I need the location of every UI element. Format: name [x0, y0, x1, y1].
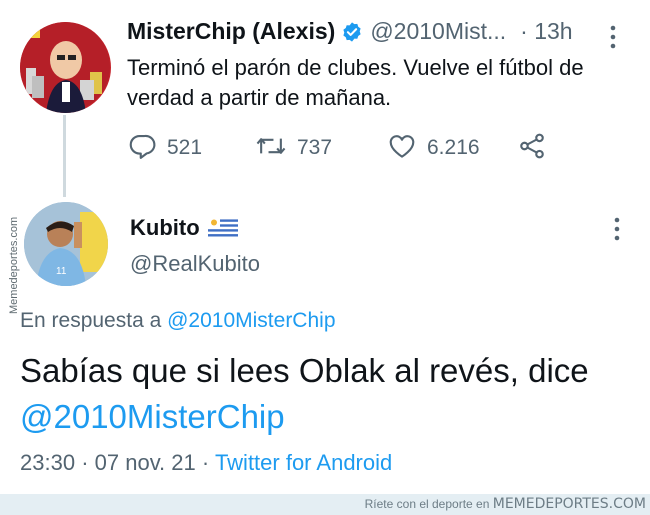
replying-to-label: En respuesta a	[20, 309, 162, 332]
side-watermark-text: Memedeportes.com	[8, 217, 20, 314]
kubito-avatar[interactable]: 11	[24, 202, 108, 286]
thread-connector-line	[63, 115, 66, 197]
reply-count: 521	[167, 136, 203, 159]
reply-mention-link[interactable]: @2010MisterChip	[20, 398, 285, 435]
share-button[interactable]	[517, 132, 547, 164]
verified-badge-icon	[341, 21, 363, 43]
side-watermark: Memedeportes.com	[3, 196, 23, 314]
footer-prefix: Ríete con el deporte en	[364, 497, 490, 511]
reply-icon	[127, 131, 157, 166]
retweet-icon	[255, 131, 287, 166]
heart-icon	[387, 131, 417, 166]
parent-tweet-text: Terminó el parón de clubes. Vuelve el fú…	[127, 55, 584, 110]
svg-text:11: 11	[56, 266, 67, 277]
reply-handle[interactable]: @RealKubito	[130, 251, 260, 277]
misterchip-avatar[interactable]	[20, 22, 111, 113]
parent-tweet-header: MisterChip (Alexis) @2010Mist... · 13h	[127, 18, 627, 52]
retweet-button[interactable]: 737	[255, 132, 332, 164]
footer-watermark-bar: Ríete con el deporte en MEMEDEPORTES.COM	[0, 494, 650, 515]
meta-separator: ·	[201, 450, 210, 475]
retweet-count: 737	[297, 136, 333, 159]
reply-text-body: Sabías que si lees Oblak al revés, dice	[20, 352, 589, 389]
share-icon	[517, 131, 547, 166]
footer-brand: MEMEDEPORTES.COM	[492, 496, 646, 512]
reply-time[interactable]: 23:30	[20, 450, 75, 475]
parent-timestamp[interactable]: · 13h	[520, 18, 572, 45]
meta-separator: ·	[81, 450, 89, 475]
reply-date[interactable]: 07 nov. 21	[95, 450, 196, 475]
like-count: 6.216	[427, 136, 480, 159]
reply-metadata: 23:30 · 07 nov. 21 · Twitter for Android	[20, 450, 392, 476]
replying-to-line: En respuesta a @2010MisterChip	[20, 309, 336, 333]
uruguay-flag-icon	[207, 217, 238, 239]
reply-button[interactable]: 521	[127, 132, 202, 164]
reply-more-options-icon[interactable]	[607, 214, 627, 244]
parent-handle[interactable]: @2010Mist...	[370, 18, 506, 45]
replying-to-link[interactable]: @2010MisterChip	[167, 309, 335, 332]
reply-name-row: Kubito	[130, 212, 238, 244]
reply-tweet-text: Sabías que si lees Oblak al revés, dice …	[20, 348, 640, 440]
footer-watermark: Ríete con el deporte en MEMEDEPORTES.COM	[365, 494, 646, 515]
parent-more-options-icon[interactable]	[603, 22, 623, 52]
like-button[interactable]: 6.216	[387, 132, 480, 164]
parent-display-name[interactable]: MisterChip (Alexis)	[127, 18, 335, 45]
reply-source-link[interactable]: Twitter for Android	[215, 450, 392, 475]
reply-display-name[interactable]: Kubito	[130, 215, 200, 241]
